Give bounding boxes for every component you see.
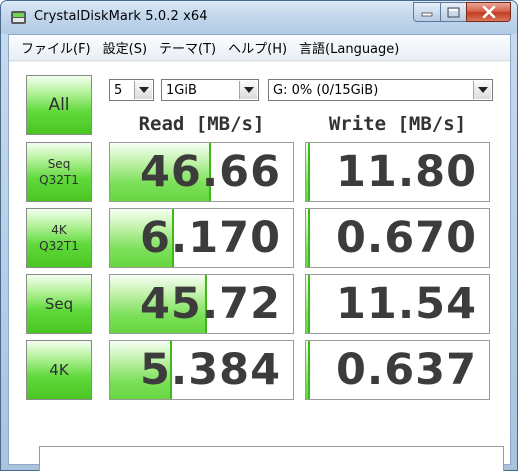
test-button-0[interactable]: Seq Q32T1	[26, 142, 92, 202]
write-value-0: 11.80	[335, 147, 477, 197]
app-window: CrystalDiskMark 5.0.2 x64 ファイル(F) 設定(S) …	[0, 0, 518, 471]
close-button[interactable]	[466, 2, 511, 22]
write-column-header: Write [MB/s]	[328, 113, 467, 135]
size-select[interactable]: 1GiB	[161, 79, 259, 101]
read-result-2: 45.72	[109, 274, 294, 334]
test-label-line1: 4K	[51, 222, 67, 237]
read-result-0: 46.66	[109, 142, 294, 202]
write-bar-2	[306, 275, 310, 333]
test-label-line2: Q32T1	[39, 239, 79, 253]
benchmark-panel: All 5 1GiB G: 0% (0/15GiB) Read [MB/s] W…	[9, 62, 510, 471]
menu-file[interactable]: ファイル(F)	[15, 38, 97, 57]
minimize-icon	[421, 12, 433, 17]
count-value: 5	[114, 82, 123, 98]
client-area: ファイル(F) 設定(S) テーマ(T) ヘルプ(H) 言語(Language)…	[8, 34, 511, 471]
write-value-1: 0.670	[335, 213, 477, 263]
test-button-1[interactable]: 4K Q32T1	[26, 208, 92, 268]
dropdown-arrow-icon	[134, 81, 152, 99]
write-bar-1	[306, 209, 310, 267]
window-title: CrystalDiskMark 5.0.2 x64	[34, 9, 208, 24]
test-label-line1: Seq	[44, 294, 74, 313]
test-button-2[interactable]: Seq	[26, 274, 92, 334]
comment-field[interactable]	[39, 446, 504, 471]
test-label-line1: 4K	[49, 360, 69, 379]
all-button[interactable]: All	[26, 75, 92, 135]
close-icon	[482, 6, 495, 18]
test-button-3[interactable]: 4K	[26, 340, 92, 400]
read-result-3: 5.384	[109, 340, 294, 400]
write-value-2: 11.54	[335, 279, 477, 329]
write-result-0: 11.80	[305, 142, 490, 202]
write-bar-0	[306, 143, 310, 201]
menu-language[interactable]: 言語(Language)	[293, 38, 405, 57]
drive-value: G: 0% (0/15GiB)	[273, 82, 379, 98]
title-bar[interactable]: CrystalDiskMark 5.0.2 x64	[1, 1, 517, 34]
read-column-header: Read [MB/s]	[138, 113, 265, 135]
read-value-0: 46.66	[139, 147, 281, 197]
write-result-2: 11.54	[305, 274, 490, 334]
write-bar-3	[306, 341, 310, 399]
minimize-button[interactable]	[413, 2, 440, 22]
menu-settings[interactable]: 設定(S)	[97, 38, 153, 57]
maximize-button[interactable]	[440, 2, 466, 22]
write-result-1: 0.670	[305, 208, 490, 268]
dropdown-arrow-icon	[473, 81, 491, 99]
read-result-1: 6.170	[109, 208, 294, 268]
read-value-3: 5.384	[139, 345, 281, 395]
app-icon	[11, 11, 26, 24]
write-result-3: 0.637	[305, 340, 490, 400]
menu-theme[interactable]: テーマ(T)	[153, 38, 222, 57]
drive-select[interactable]: G: 0% (0/15GiB)	[268, 79, 493, 101]
maximize-icon	[447, 7, 460, 17]
write-value-3: 0.637	[335, 345, 477, 395]
dropdown-arrow-icon	[239, 81, 257, 99]
read-value-1: 6.170	[139, 213, 281, 263]
menu-bar: ファイル(F) 設定(S) テーマ(T) ヘルプ(H) 言語(Language)	[9, 35, 510, 61]
test-label-line2: Q32T1	[39, 173, 79, 187]
menu-help[interactable]: ヘルプ(H)	[222, 38, 293, 57]
count-select[interactable]: 5	[109, 79, 154, 101]
size-value: 1GiB	[166, 82, 197, 98]
caption-buttons	[413, 2, 511, 22]
read-value-2: 45.72	[139, 279, 281, 329]
test-label-line1: Seq	[47, 156, 71, 171]
